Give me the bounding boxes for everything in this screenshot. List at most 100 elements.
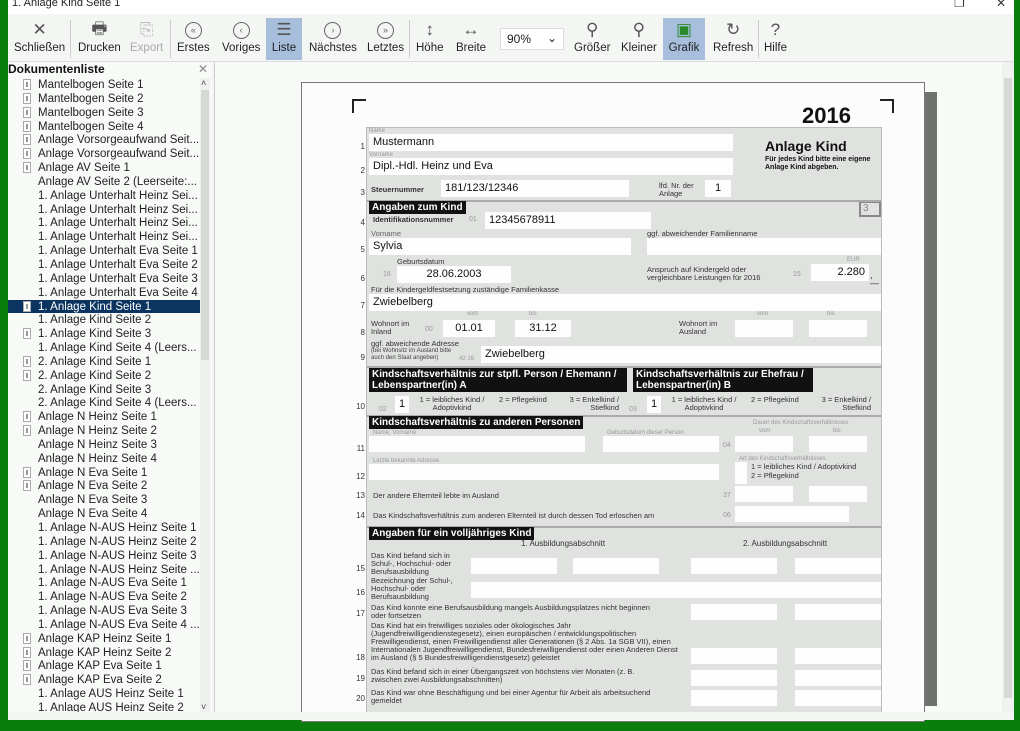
line-18-bis[interactable] bbox=[795, 648, 881, 664]
document-list-item[interactable]: Mantelbogen Seite 1 bbox=[8, 78, 200, 92]
close-window-icon[interactable]: ✕ bbox=[996, 0, 1006, 10]
document-list-item[interactable]: 1. Anlage N-AUS Eva Seite 3 bbox=[8, 604, 200, 618]
viewer-scrollbar-thumb[interactable] bbox=[1004, 78, 1012, 698]
line-20-vom[interactable] bbox=[691, 690, 777, 706]
line-15-b-vom[interactable] bbox=[691, 558, 777, 574]
document-list-item[interactable]: Anlage KAP Eva Seite 2 bbox=[8, 673, 200, 687]
letzte-adresse-field[interactable] bbox=[369, 464, 719, 480]
line-15-a-vom[interactable] bbox=[471, 558, 557, 574]
zoom-in-button[interactable]: ⚲ Größer bbox=[570, 18, 614, 60]
line-19-bis[interactable] bbox=[795, 670, 881, 686]
document-list-item[interactable]: 1. Anlage Kind Seite 2 bbox=[8, 313, 200, 327]
document-list-item[interactable]: Mantelbogen Seite 4 bbox=[8, 120, 200, 134]
line-17-bis[interactable] bbox=[795, 604, 881, 620]
document-list-item[interactable]: 1. Anlage Kind Seite 4 (Leers... bbox=[8, 341, 200, 355]
line-15-b-bis[interactable] bbox=[795, 558, 881, 574]
document-list-item[interactable]: 1. Anlage Unterhalt Eva Seite 1 bbox=[8, 244, 200, 258]
steuernummer-field[interactable]: 181/123/12346 bbox=[441, 180, 629, 197]
first-button[interactable]: «Erstes bbox=[173, 18, 214, 60]
close-button[interactable]: ✕ Schließen bbox=[10, 18, 69, 60]
inland-bis-field[interactable]: 31.12 bbox=[515, 320, 571, 337]
graphic-button[interactable]: ▣ Grafik bbox=[663, 18, 705, 60]
inland-vom-field[interactable]: 01.01 bbox=[443, 320, 495, 337]
document-list-item[interactable]: 1. Anlage AUS Heinz Seite 1 bbox=[8, 687, 200, 701]
a-value-field[interactable]: 1 bbox=[395, 396, 409, 413]
zoom-select[interactable]: 90% ⌄ bbox=[500, 28, 564, 50]
document-list-item[interactable]: 1. Anlage N-AUS Eva Seite 2 bbox=[8, 590, 200, 604]
document-list-item[interactable]: Anlage AV Seite 2 (Leerseite:... bbox=[8, 175, 200, 189]
familienkasse-field[interactable]: Zwiebelberg bbox=[369, 294, 881, 311]
document-list-item[interactable]: 2. Anlage Kind Seite 4 (Leers... bbox=[8, 396, 200, 410]
andere-geburtsdatum-field[interactable] bbox=[603, 436, 719, 452]
print-button[interactable]: 🖶 Drucken bbox=[74, 18, 125, 60]
document-list-item[interactable]: Anlage N Heinz Seite 3 bbox=[8, 438, 200, 452]
adresse-field[interactable]: Zwiebelberg bbox=[481, 346, 881, 363]
document-list-item[interactable]: 1. Anlage Kind Seite 1 bbox=[8, 299, 200, 314]
restore-icon[interactable]: ❐ bbox=[954, 0, 965, 10]
document-list-item[interactable]: 1. Anlage Unterhalt Heinz Sei... bbox=[8, 230, 200, 244]
line-20-bis[interactable] bbox=[795, 690, 881, 706]
id-field[interactable]: 12345678911 bbox=[485, 212, 651, 229]
line-13-vom-field[interactable] bbox=[735, 486, 793, 502]
list-button[interactable]: ☰ Liste bbox=[266, 18, 302, 60]
line-16-field[interactable] bbox=[471, 582, 881, 598]
document-list-item[interactable]: Anlage Vorsorgeaufwand Seit... bbox=[8, 133, 200, 147]
kindergeld-field[interactable]: 2.280 bbox=[811, 264, 869, 281]
line-19-vom[interactable] bbox=[691, 670, 777, 686]
fit-height-button[interactable]: ↕ Höhe bbox=[412, 18, 448, 60]
document-list-item[interactable]: Anlage N Eva Seite 1 bbox=[8, 466, 200, 480]
scrollbar-thumb[interactable] bbox=[201, 90, 209, 360]
document-list-item[interactable]: Anlage Vorsorgeaufwand Seit... bbox=[8, 147, 200, 161]
document-list-item[interactable]: 1. Anlage Kind Seite 3 bbox=[8, 327, 200, 341]
scroll-up-icon[interactable]: ˄ bbox=[201, 78, 206, 88]
name-field[interactable]: Mustermann bbox=[369, 134, 733, 151]
zoom-out-button[interactable]: ⚲ Kleiner bbox=[617, 18, 661, 60]
refresh-button[interactable]: ↻ Refresh bbox=[709, 18, 757, 60]
document-list-item[interactable]: Anlage KAP Eva Seite 1 bbox=[8, 659, 200, 673]
document-list-item[interactable]: 1. Anlage N-AUS Heinz Seite 2 bbox=[8, 535, 200, 549]
document-list-item[interactable]: 1. Anlage N-AUS Heinz Seite ... bbox=[8, 563, 200, 577]
andere-name-field[interactable] bbox=[369, 436, 585, 452]
line-13-bis-field[interactable] bbox=[809, 486, 867, 502]
line-15-a-bis[interactable] bbox=[573, 558, 659, 574]
document-list-item[interactable]: 2. Anlage Kind Seite 1 bbox=[8, 355, 200, 369]
next-button[interactable]: › Nächstes bbox=[305, 18, 361, 60]
geburtsdatum-field[interactable]: 28.06.2003 bbox=[397, 266, 511, 283]
document-list-item[interactable]: 1. Anlage Unterhalt Eva Seite 4 bbox=[8, 286, 200, 300]
document-list-item[interactable]: Anlage N Eva Seite 4 bbox=[8, 507, 200, 521]
close-panel-icon[interactable]: ✕ bbox=[198, 62, 208, 76]
document-list-item[interactable]: Mantelbogen Seite 3 bbox=[8, 106, 200, 120]
art-field[interactable] bbox=[735, 462, 747, 484]
b-value-field[interactable]: 1 bbox=[647, 396, 661, 413]
document-list-item[interactable]: 1. Anlage N-AUS Heinz Seite 1 bbox=[8, 521, 200, 535]
document-list-item[interactable]: 2. Anlage Kind Seite 2 bbox=[8, 369, 200, 383]
previous-button[interactable]: ‹ Voriges bbox=[218, 18, 264, 60]
document-list-item[interactable]: Anlage N Eva Seite 2 bbox=[8, 479, 200, 493]
document-list-item[interactable]: Anlage KAP Heinz Seite 2 bbox=[8, 646, 200, 660]
document-list-item[interactable]: 2. Anlage Kind Seite 3 bbox=[8, 383, 200, 397]
fit-width-button[interactable]: ↔ Breite bbox=[452, 18, 490, 60]
document-list-item[interactable]: 1. Anlage N-AUS Heinz Seite 3 bbox=[8, 549, 200, 563]
document-list-item[interactable]: Anlage N Heinz Seite 4 bbox=[8, 452, 200, 466]
document-list-item[interactable]: 1. Anlage Unterhalt Heinz Sei... bbox=[8, 203, 200, 217]
line-14-field[interactable] bbox=[735, 506, 849, 522]
dauer-bis-field[interactable] bbox=[809, 436, 867, 452]
document-list-item[interactable]: 1. Anlage N-AUS Eva Seite 4 ... bbox=[8, 618, 200, 632]
document-list-item[interactable]: 1. Anlage N-AUS Eva Seite 1 bbox=[8, 576, 200, 590]
document-list-item[interactable]: Anlage KAP Heinz Seite 1 bbox=[8, 632, 200, 646]
dauer-vom-field[interactable] bbox=[735, 436, 793, 452]
kind-vorname-field[interactable]: Sylvia bbox=[369, 238, 631, 255]
help-button[interactable]: ? Hilfe bbox=[760, 18, 791, 60]
document-list-item[interactable]: Anlage N Heinz Seite 2 bbox=[8, 424, 200, 438]
document-list-item[interactable]: Anlage N Eva Seite 3 bbox=[8, 493, 200, 507]
lfd-nr-field[interactable]: 1 bbox=[705, 180, 731, 197]
ausland-vom-field[interactable] bbox=[735, 320, 793, 337]
familienname-field[interactable] bbox=[647, 238, 881, 255]
document-list-item[interactable]: Mantelbogen Seite 2 bbox=[8, 92, 200, 106]
document-list-item[interactable]: 1. Anlage Unterhalt Eva Seite 3 bbox=[8, 272, 200, 286]
ausland-bis-field[interactable] bbox=[809, 320, 867, 337]
document-list-item[interactable]: 1. Anlage Unterhalt Eva Seite 2 bbox=[8, 258, 200, 272]
line-18-vom[interactable] bbox=[691, 648, 777, 664]
document-list-item[interactable]: 1. Anlage Unterhalt Heinz Sei... bbox=[8, 189, 200, 203]
document-list-item[interactable]: 1. Anlage Unterhalt Heinz Sei... bbox=[8, 216, 200, 230]
